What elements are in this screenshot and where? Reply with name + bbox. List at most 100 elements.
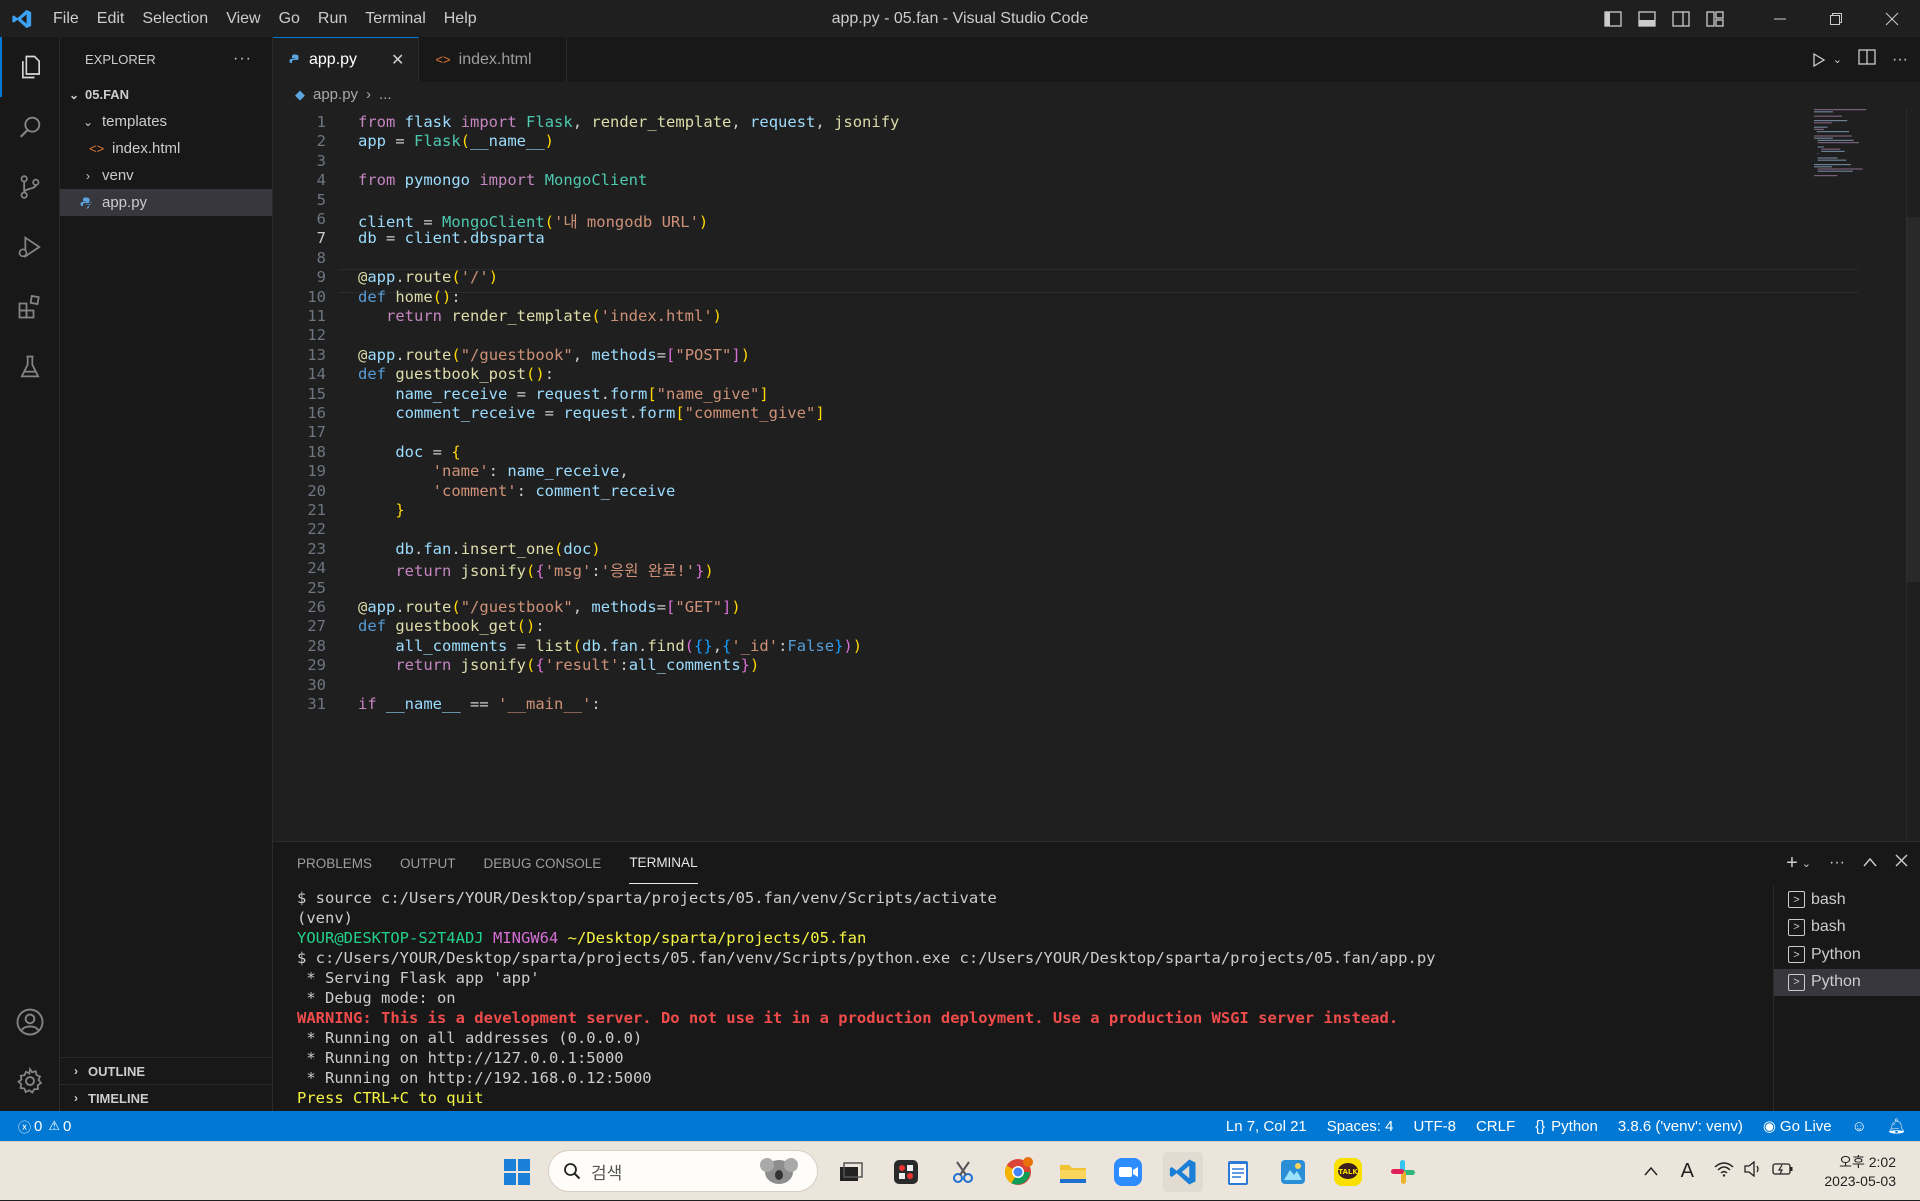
- language-mode[interactable]: {} Python: [1535, 1118, 1598, 1135]
- maximize-panel-icon[interactable]: [1863, 854, 1877, 872]
- menu-selection[interactable]: Selection: [133, 0, 217, 37]
- tab-debug-console[interactable]: DEBUG CONSOLE: [484, 842, 602, 884]
- extensions-icon[interactable]: [0, 277, 60, 337]
- battery-icon[interactable]: [1772, 1162, 1794, 1181]
- chevron-up-icon[interactable]: [1643, 1163, 1659, 1181]
- encoding-status[interactable]: UTF-8: [1413, 1118, 1456, 1135]
- tree-item-index-html[interactable]: <> index.html: [60, 135, 272, 162]
- vscode-taskbar-icon[interactable]: [1163, 1152, 1203, 1192]
- task-view-icon[interactable]: [831, 1152, 871, 1192]
- menu-help[interactable]: Help: [435, 0, 486, 37]
- line-number: 23: [307, 539, 326, 558]
- terminal-item-python[interactable]: > Python: [1774, 968, 1920, 996]
- tab-app-py[interactable]: app.py ✕: [273, 37, 420, 82]
- tab-output[interactable]: OUTPUT: [400, 842, 456, 884]
- broadcast-icon: ◉: [1762, 1118, 1776, 1135]
- editor-area: app.py ✕ <> index.html ⌄ ··· ◆ app.py › …: [273, 37, 1920, 841]
- chrome-icon[interactable]: [998, 1152, 1038, 1192]
- tree-item-app-py[interactable]: app.py: [60, 189, 272, 216]
- taskbar-clock[interactable]: 오후 2:02 2023-05-03: [1810, 1153, 1920, 1191]
- menu-run[interactable]: Run: [309, 0, 356, 37]
- menu-terminal[interactable]: Terminal: [356, 0, 434, 37]
- paint-icon[interactable]: [1273, 1152, 1313, 1192]
- wifi-icon[interactable]: [1714, 1161, 1734, 1182]
- ime-indicator[interactable]: A: [1681, 1160, 1694, 1183]
- tab-index-html[interactable]: <> index.html: [419, 37, 567, 82]
- minimap[interactable]: [1812, 109, 1892, 209]
- menu-file[interactable]: File: [44, 0, 88, 37]
- code-line: def guestbook_get():: [358, 617, 545, 636]
- indentation-status[interactable]: Spaces: 4: [1327, 1118, 1394, 1135]
- menu-edit[interactable]: Edit: [88, 0, 134, 37]
- eol-status[interactable]: CRLF: [1476, 1118, 1515, 1135]
- code-line: }: [395, 501, 405, 519]
- app-launcher-icon[interactable]: [886, 1152, 926, 1192]
- windows-start-icon[interactable]: [497, 1152, 537, 1192]
- terminal-output[interactable]: $ source c:/Users/YOUR/Desktop/sparta/pr…: [297, 888, 1777, 1108]
- gear-icon[interactable]: [0, 1051, 60, 1111]
- new-terminal-icon[interactable]: +: [1786, 852, 1798, 875]
- testing-icon[interactable]: [0, 337, 60, 397]
- chevron-down-icon[interactable]: ⌄: [1802, 857, 1811, 870]
- folder-root[interactable]: ⌄ 05.FAN: [60, 81, 272, 108]
- restore-button[interactable]: [1808, 0, 1864, 37]
- close-window-button[interactable]: [1864, 0, 1920, 37]
- tree-item-templates[interactable]: ⌄ templates: [60, 108, 272, 135]
- terminal-item-bash[interactable]: > bash: [1774, 914, 1920, 942]
- customize-layout-icon[interactable]: [1698, 0, 1732, 37]
- account-icon[interactable]: [0, 992, 60, 1052]
- scrollbar-thumb[interactable]: [1906, 217, 1920, 582]
- minimap-line: [1814, 111, 1833, 113]
- tab-problems[interactable]: PROBLEMS: [297, 842, 372, 884]
- taskbar-search[interactable]: 검색: [548, 1150, 818, 1192]
- toggle-primary-sidebar-icon[interactable]: [1596, 0, 1630, 37]
- go-live-button[interactable]: ◉ Go Live: [1763, 1117, 1832, 1135]
- terminal-item-label: bash: [1811, 890, 1846, 908]
- cursor-position[interactable]: Ln 7, Col 21: [1226, 1118, 1307, 1135]
- volume-icon[interactable]: [1744, 1160, 1762, 1182]
- tab-terminal[interactable]: TERMINAL: [629, 842, 698, 884]
- minimize-button[interactable]: [1752, 0, 1808, 37]
- zoom-icon[interactable]: [1108, 1152, 1148, 1192]
- toggle-secondary-sidebar-icon[interactable]: [1664, 0, 1698, 37]
- problems-status[interactable]: ⓧ 0 ⚠ 0: [18, 1117, 71, 1136]
- feedback-icon[interactable]: ☺: [1852, 1118, 1867, 1135]
- more-actions-icon[interactable]: ···: [1892, 51, 1908, 69]
- code-line: db = client.dbsparta: [358, 229, 545, 248]
- chevron-right-icon: ›: [74, 1091, 78, 1105]
- breadcrumb-file[interactable]: app.py: [313, 86, 358, 103]
- terminal-item-python[interactable]: > Python: [1774, 941, 1920, 969]
- vscode-logo-icon: [0, 0, 44, 37]
- editor-scrollbar[interactable]: [1906, 109, 1920, 841]
- more-actions-icon[interactable]: ···: [1829, 854, 1845, 872]
- source-control-icon[interactable]: [0, 157, 60, 217]
- split-editor-icon[interactable]: [1858, 49, 1876, 70]
- outline-section[interactable]: › OUTLINE: [60, 1057, 273, 1084]
- search-icon[interactable]: [0, 97, 60, 157]
- python-interpreter[interactable]: 3.8.6 ('venv': venv): [1618, 1118, 1743, 1135]
- minimap-line: [1817, 170, 1853, 172]
- explorer-icon[interactable]: [0, 37, 60, 97]
- kakaotalk-icon[interactable]: TALK: [1328, 1152, 1368, 1192]
- minimap-line: [1814, 120, 1848, 122]
- code-line: from pymongo import MongoClient: [358, 171, 648, 190]
- notepad-icon[interactable]: [1218, 1152, 1258, 1192]
- close-panel-icon[interactable]: [1895, 854, 1908, 872]
- run-debug-icon[interactable]: [0, 217, 60, 277]
- code-editor[interactable]: 1 2 3 4 5 6 7 8 9 10 11 12 13 14 15 16 17 18 19 20 21 22 23 24 2…: [273, 107, 1893, 841]
- close-icon[interactable]: ✕: [391, 50, 404, 70]
- run-file-icon[interactable]: ⌄: [1811, 52, 1842, 68]
- tree-item-venv[interactable]: › venv: [60, 162, 272, 189]
- toggle-panel-icon[interactable]: [1630, 0, 1664, 37]
- more-actions-icon[interactable]: ···: [233, 50, 252, 68]
- breadcrumb-symbols[interactable]: ...: [379, 86, 392, 103]
- file-explorer-icon[interactable]: [1053, 1152, 1093, 1192]
- menu-go[interactable]: Go: [270, 0, 309, 37]
- notifications-icon[interactable]: 🔔︎: [1887, 1117, 1906, 1135]
- menu-view[interactable]: View: [217, 0, 269, 37]
- slack-icon[interactable]: [1383, 1152, 1423, 1192]
- line-number: 25: [307, 578, 326, 597]
- timeline-section[interactable]: › TIMELINE: [60, 1084, 273, 1111]
- terminal-item-bash[interactable]: > bash: [1774, 886, 1920, 914]
- snipping-tool-icon[interactable]: [943, 1152, 983, 1192]
